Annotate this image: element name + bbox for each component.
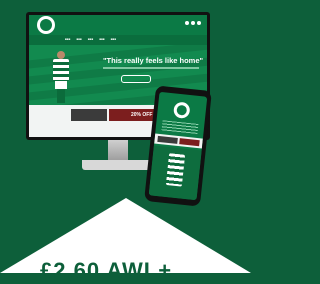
promo-graphic: ■■■ ■■■ ■■■ ■■■ ■■■ "This really feels l… (0, 0, 251, 283)
chevron-shape (0, 198, 251, 273)
price-text: £2,60 AWL+ (40, 258, 173, 283)
